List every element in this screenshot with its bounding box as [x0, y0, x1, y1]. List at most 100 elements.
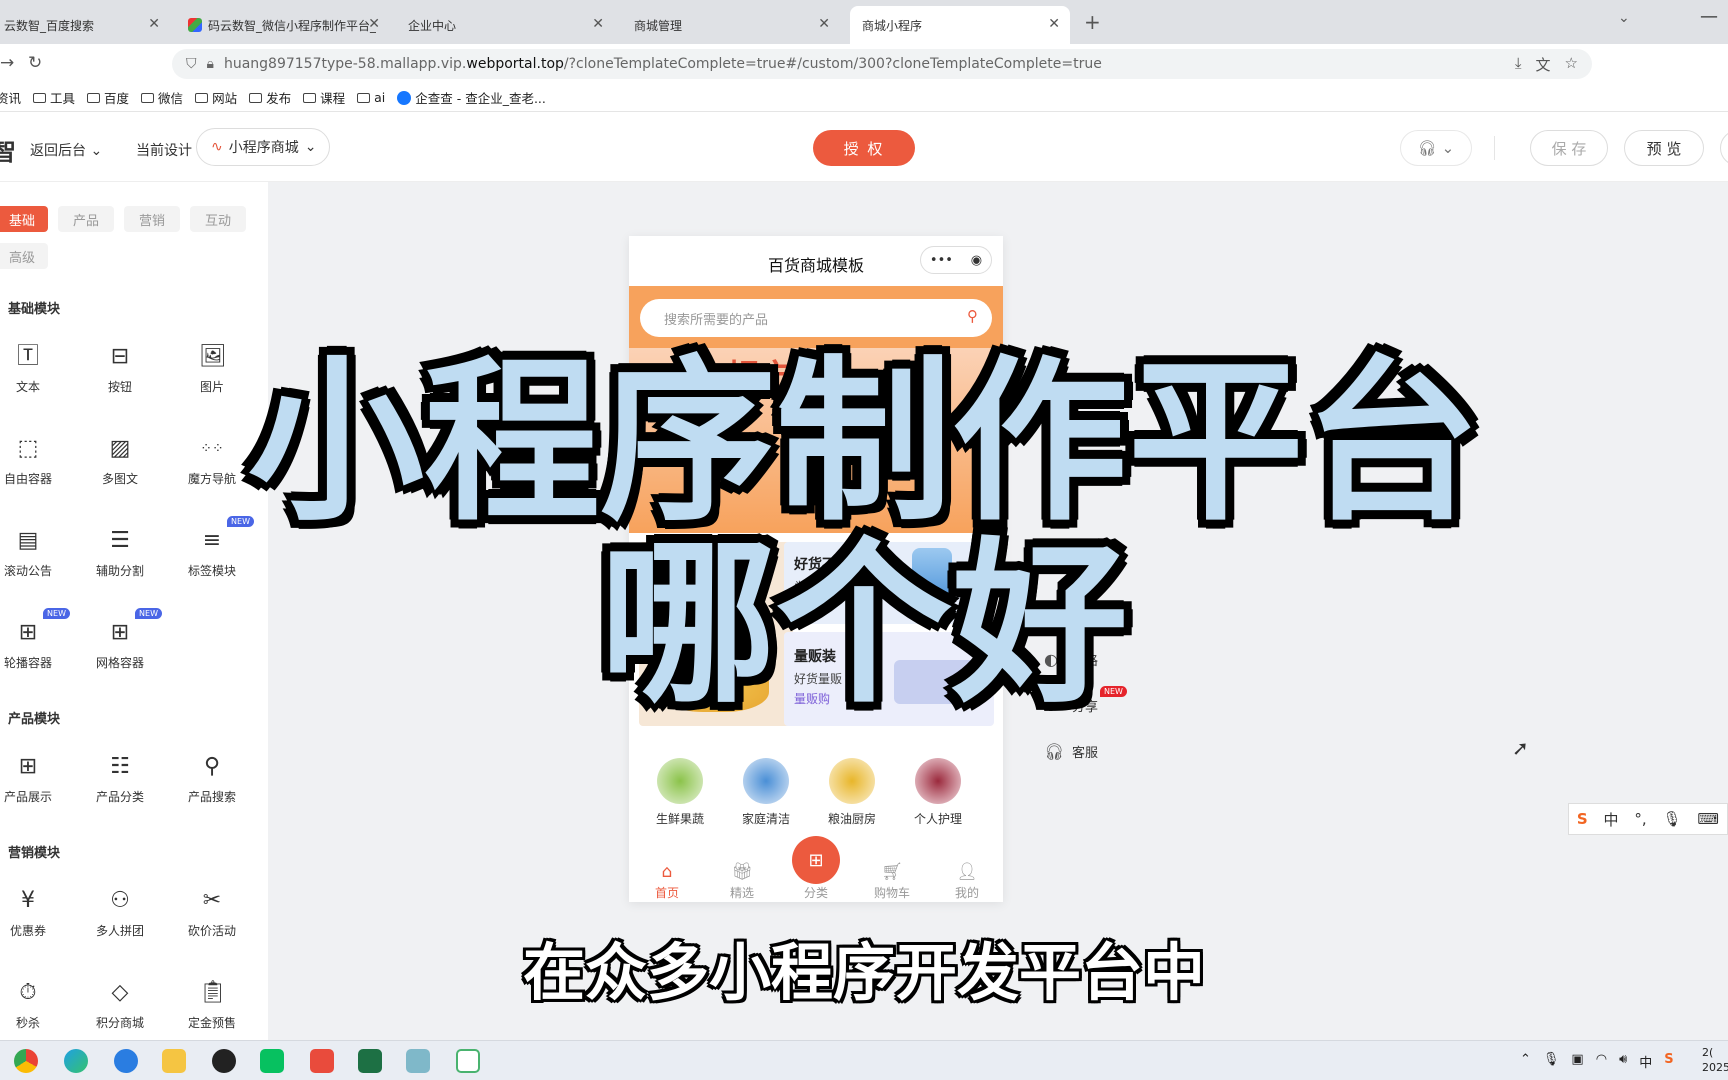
category-basic[interactable]: 基础 [0, 206, 48, 232]
chevron-down-icon: ⌄ [304, 139, 317, 155]
display-icon[interactable]: ▣ [1571, 1052, 1583, 1071]
shield-icon: ⛉ [186, 56, 197, 72]
download-icon[interactable]: ⤓ [1515, 54, 1522, 75]
category-marketing[interactable]: 营销 [124, 206, 180, 232]
reload-icon[interactable]: ↻ [28, 53, 42, 73]
close-icon[interactable]: ✕ [368, 16, 380, 32]
edge-icon[interactable] [64, 1049, 88, 1073]
chevron-up-icon[interactable]: ⌃ [1520, 1052, 1531, 1071]
category-fresh[interactable]: 生鲜果蔬 [637, 758, 723, 827]
close-icon[interactable]: ✕ [818, 16, 830, 32]
category-kitchen[interactable]: 粮油厨房 [809, 758, 895, 827]
target-icon[interactable]: ◉ [971, 253, 982, 268]
widget-label: 秒杀 [15, 1016, 40, 1030]
bookmark-item[interactable]: 课程 [303, 88, 345, 107]
category-fab-button[interactable]: ⊞ [792, 836, 840, 884]
service-dropdown[interactable]: 🎧︎ ⌄ [1400, 130, 1472, 166]
folder-icon [303, 92, 317, 103]
design-select[interactable]: ∿ 小程序商城 ⌄ [196, 128, 330, 166]
wechat-icon[interactable] [260, 1049, 284, 1073]
forward-icon[interactable]: → [0, 53, 14, 73]
microphone-icon[interactable]: 🎙︎ [1663, 810, 1682, 828]
sogou-icon[interactable]: S [1577, 810, 1588, 828]
product-category-icon: ☷ [110, 754, 130, 779]
preview-button[interactable]: 预 览 [1624, 130, 1704, 166]
tab-cart[interactable]: 🛒︎ 购物车 [862, 862, 922, 901]
back-to-admin-button[interactable]: 返回后台 ⌄ [30, 140, 102, 160]
ime-lang[interactable]: 中 [1604, 809, 1619, 830]
bookmark-item[interactable]: 微信 [141, 88, 183, 107]
category-personal-care[interactable]: 个人护理 [895, 758, 981, 827]
bookmark-item[interactable]: 资讯 [0, 88, 21, 107]
category-cleaning[interactable]: 家庭清洁 [723, 758, 809, 827]
bookmark-item[interactable]: 企查查 - 查企业_查老... [397, 88, 546, 107]
capsule-menu[interactable]: ••• ◉ [920, 246, 992, 274]
volume-icon[interactable]: 🔊︎ [1619, 1052, 1627, 1071]
bookmark-label: 工具 [50, 91, 76, 106]
category-interaction[interactable]: 互动 [190, 206, 246, 232]
widget-product-display[interactable]: ⊞ 产品展示 [0, 754, 68, 805]
notes-icon[interactable] [406, 1049, 430, 1073]
clock-date: 2025 [1702, 1061, 1728, 1074]
widget-product-search[interactable]: ⚲ 产品搜索 [172, 754, 252, 805]
bookmark-item[interactable]: 发布 [249, 88, 291, 107]
screen-recorder-icon[interactable] [310, 1049, 334, 1073]
service-tool[interactable]: 🎧︎ 客服 [1044, 742, 1098, 761]
tray-lang[interactable]: 中 [1639, 1052, 1652, 1071]
chevron-down-icon[interactable]: ⌄ [1618, 10, 1630, 26]
authorize-button[interactable]: 授 权 [813, 130, 915, 166]
bookmark-item[interactable]: 网站 [195, 88, 237, 107]
product-search-input[interactable]: 搜索所需要的产品 ⚲ [640, 299, 992, 337]
chrome-icon[interactable] [14, 1049, 38, 1073]
clock[interactable]: 2( 2025 [1702, 1045, 1728, 1075]
folder-icon [87, 92, 101, 103]
minimize-icon[interactable]: — [1700, 6, 1718, 27]
microphone-icon[interactable]: 🎙︎ [1543, 1052, 1560, 1071]
app-icon[interactable] [456, 1049, 480, 1073]
chevron-down-icon: ⌄ [1441, 139, 1455, 157]
tab-mine[interactable]: 👤︎ 我的 [937, 862, 997, 901]
new-tab-button[interactable]: + [1084, 10, 1101, 34]
browser-icon[interactable] [114, 1049, 138, 1073]
ime-toolbar[interactable]: S 中 °, 🎙︎ ⌨ [1568, 803, 1728, 835]
translate-icon[interactable]: 文 [1536, 54, 1551, 75]
tab-label: 我的 [954, 886, 979, 900]
punctuation-icon[interactable]: °, [1634, 810, 1646, 828]
address-bar: → ↻ ⛉ 🔒︎ huang897157type-58.mallapp.vip.… [0, 44, 1728, 84]
home-icon: ⌂ [661, 862, 673, 882]
more-button[interactable] [1720, 130, 1728, 166]
file-explorer-icon[interactable] [162, 1049, 186, 1073]
product-grid-icon: ⊞ [18, 754, 38, 779]
tab-mall-miniprogram[interactable]: 商城小程序 ✕ [850, 6, 1070, 44]
bookmark-item[interactable]: ai [357, 90, 385, 105]
tab-home[interactable]: ⌂ 首页 [637, 862, 697, 901]
excel-icon[interactable] [358, 1049, 382, 1073]
star-icon[interactable]: ☆ [1565, 54, 1578, 75]
tab-baidu-search[interactable]: 云数智_百度搜索 ✕ [0, 6, 170, 44]
bookmark-label: 网站 [212, 91, 238, 106]
wifi-icon[interactable]: ◠ [1596, 1052, 1607, 1071]
more-icon[interactable]: ••• [930, 253, 953, 268]
bookmark-item[interactable]: 工具 [33, 88, 75, 107]
app-header: 智 返回后台 ⌄ 当前设计 ∿ 小程序商城 ⌄ 授 权 🎧︎ ⌄ 保 存 预 览 [0, 112, 1728, 182]
tab-featured[interactable]: 🎁︎ 精选 [712, 862, 772, 901]
keyboard-icon[interactable]: ⌨ [1697, 810, 1719, 828]
category-product[interactable]: 产品 [58, 206, 114, 232]
url-prefix: huang897157type-58.mallapp.vip. [223, 56, 467, 72]
header-divider [1494, 136, 1495, 160]
close-icon[interactable]: ✕ [592, 16, 604, 32]
bookmark-item[interactable]: 百度 [87, 88, 129, 107]
save-button[interactable]: 保 存 [1530, 130, 1608, 166]
qq-icon[interactable] [212, 1049, 236, 1073]
tab-mall-management[interactable]: 商城管理 ✕ [622, 6, 840, 44]
chevron-down-icon: ⌄ [90, 143, 103, 159]
category-advanced[interactable]: 高级 [0, 243, 48, 269]
tab-mayun[interactable]: 码云数智_微信小程序制作平台_ ✕ [176, 6, 390, 44]
close-icon[interactable]: ✕ [1048, 16, 1060, 32]
sogou-tray-icon[interactable]: S [1664, 1052, 1673, 1071]
close-icon[interactable]: ✕ [148, 16, 160, 32]
tab-enterprise-center[interactable]: 企业中心 ✕ [396, 6, 614, 44]
bookmark-label: 资讯 [0, 91, 22, 106]
url-input[interactable]: ⛉ 🔒︎ huang897157type-58.mallapp.vip. webp… [172, 49, 1592, 79]
widget-product-category[interactable]: ☷ 产品分类 [80, 754, 160, 805]
